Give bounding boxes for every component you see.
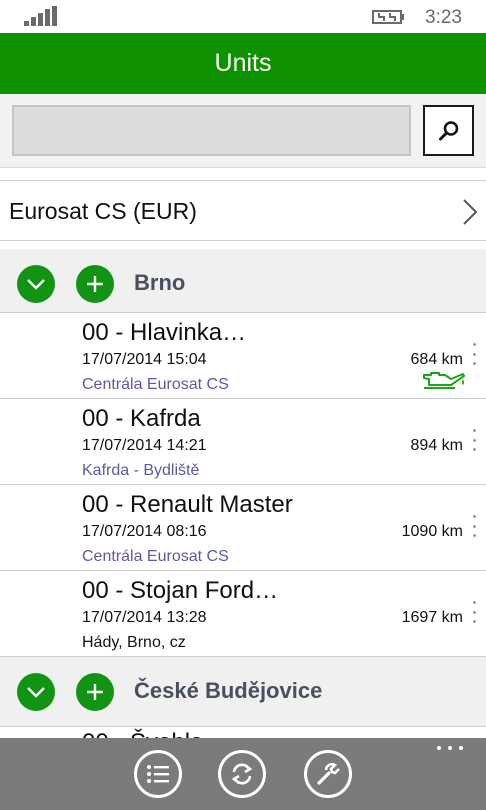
unit-timestamp: 17/07/2014 08:16 [82,523,207,540]
unit-timestamp: 17/07/2014 14:21 [82,437,207,454]
unit-distance: 1697 km [401,609,463,626]
account-label: Eurosat CS (EUR) [9,198,197,224]
unit-item[interactable]: 00 - Hlavinka… 17/07/2014 15:04 684 km C… [0,312,486,398]
collapse-group-button[interactable] [17,265,55,303]
collapse-group-button[interactable] [17,673,55,711]
chevron-right-icon [463,199,478,225]
search-icon [438,120,458,140]
plus-icon [87,684,103,700]
unit-item[interactable]: 00 - Renault Master 17/07/2014 08:16 109… [0,484,486,570]
group-header: České Budějovice [0,656,486,726]
clock: 3:23 [425,7,462,28]
unit-name: 00 - Stojan Ford… [82,577,279,604]
unit-timestamp: 17/07/2014 13:28 [82,609,207,626]
unit-name: 00 - Kafrda [82,405,201,432]
unit-name: 00 - Hlavinka… [82,319,247,346]
unit-location: Centrála Eurosat CS [82,548,229,565]
group-title: Brno [134,270,186,295]
unit-location: Hády, Brno, cz [82,634,186,651]
list-icon [147,765,169,783]
unit-distance: 1090 km [401,523,463,540]
more-vertical-icon[interactable] [471,601,477,623]
account-selector[interactable]: Eurosat CS (EUR) [0,180,486,241]
search-button[interactable] [423,105,474,156]
add-unit-button[interactable] [76,265,114,303]
unit-distance: 684 km [410,351,463,368]
wrench-icon [317,762,340,785]
sync-button[interactable] [218,750,266,798]
more-vertical-icon[interactable] [471,343,477,365]
unit-item[interactable]: 00 - Stojan Ford… 17/07/2014 13:28 1697 … [0,570,486,656]
unit-location: Kafrda - Bydliště [82,462,200,479]
search-input[interactable] [12,105,411,156]
unit-item[interactable]: 00 - Kafrda 17/07/2014 14:21 894 km Kafr… [0,398,486,484]
signal-icon [24,6,57,26]
ellipsis-icon[interactable] [437,746,463,752]
oil-can-icon [423,372,465,389]
unit-location: Centrála Eurosat CS [82,376,229,393]
chevron-down-icon [27,687,45,698]
search-bar [0,94,486,168]
battery-icon [372,10,404,24]
group-title: České Budějovice [134,678,323,703]
page-title: Units [0,33,486,94]
list-button[interactable] [134,750,182,798]
plus-icon [87,276,103,292]
status-bar: 3:23 [0,0,486,33]
unit-distance: 894 km [410,437,463,454]
chevron-down-icon [27,279,45,290]
more-vertical-icon[interactable] [471,515,477,537]
unit-timestamp: 17/07/2014 15:04 [82,351,207,368]
add-unit-button[interactable] [76,673,114,711]
more-vertical-icon[interactable] [471,429,477,451]
sync-icon [231,763,253,785]
settings-button[interactable] [304,750,352,798]
app-bar [0,738,486,810]
group-header: Brno [0,249,486,319]
unit-name: 00 - Renault Master [82,491,293,518]
